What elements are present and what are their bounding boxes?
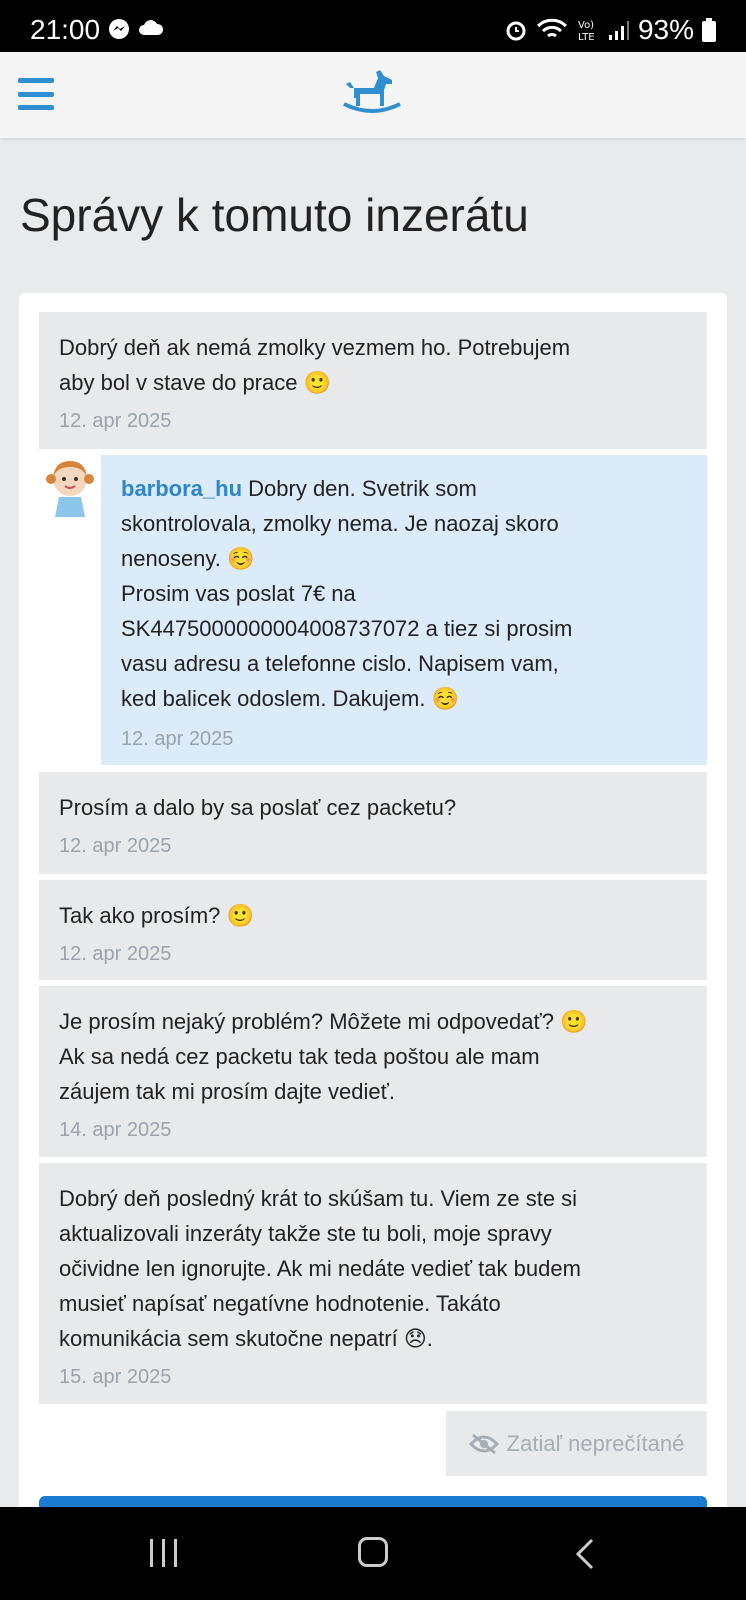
message-item: Dobrý deň ak nemá zmolky vezmem ho. Potr… bbox=[39, 312, 707, 449]
page-title: Správy k tomuto inzerátu bbox=[20, 189, 529, 241]
status-bar: 21:00 Vo) LTE 93% bbox=[0, 0, 746, 52]
message-date: 12. apr 2025 bbox=[59, 943, 172, 965]
cloud-icon bbox=[139, 20, 164, 35]
message-item: Tak ako prosím? 🙂 12. apr 2025 bbox=[39, 880, 707, 980]
message-text: Je prosím nejaký problém? Môžete mi odpo… bbox=[59, 1009, 588, 1104]
signal-icon bbox=[608, 21, 629, 40]
message-date: 12. apr 2025 bbox=[121, 728, 234, 750]
battery-percent: 93% bbox=[637, 14, 694, 45]
message-date: 12. apr 2025 bbox=[59, 410, 172, 432]
home-icon[interactable] bbox=[358, 1537, 388, 1567]
rocking-horse-logo[interactable] bbox=[340, 66, 404, 122]
message-item: Je prosím nejaký problém? Môžete mi odpo… bbox=[39, 986, 707, 1157]
svg-text:Vo): Vo) bbox=[578, 20, 594, 31]
alarm-icon bbox=[506, 21, 526, 41]
svg-text:LTE: LTE bbox=[578, 32, 595, 43]
username-link[interactable]: barbora_hu bbox=[121, 476, 242, 501]
message-item: Dobrý deň posledný krát to skúšam tu. Vi… bbox=[39, 1163, 707, 1404]
avatar[interactable] bbox=[39, 455, 101, 517]
system-navigation-bar bbox=[0, 1507, 746, 1600]
battery-icon bbox=[702, 18, 716, 42]
back-icon[interactable] bbox=[574, 1537, 596, 1571]
unread-label: Zatiaľ neprečítané bbox=[506, 1430, 685, 1456]
eye-slash-icon bbox=[468, 1433, 499, 1454]
message-date: 15. apr 2025 bbox=[59, 1366, 172, 1388]
message-text: Tak ako prosím? 🙂 bbox=[59, 903, 254, 928]
app-header bbox=[0, 52, 746, 138]
hamburger-menu-icon[interactable] bbox=[18, 78, 54, 110]
message-text: Prosím a dalo by sa poslať cez packetu? bbox=[59, 795, 457, 820]
recent-apps-icon[interactable] bbox=[150, 1539, 177, 1567]
message-text: Dobry den. Svetrik som skontrolovala, zm… bbox=[121, 476, 573, 711]
reply-message: barbora_hu Dobry den. Svetrik som skontr… bbox=[101, 455, 707, 765]
messenger-icon bbox=[109, 19, 129, 39]
message-date: 14. apr 2025 bbox=[59, 1119, 172, 1141]
volte-icon: Vo)LTE bbox=[578, 20, 595, 43]
message-text: Dobrý deň ak nemá zmolky vezmem ho. Potr… bbox=[59, 335, 571, 395]
unread-status: Zatiaľ neprečítané bbox=[446, 1411, 707, 1476]
message-date: 12. apr 2025 bbox=[59, 835, 172, 857]
status-time: 21:00 bbox=[30, 14, 101, 45]
message-text: Dobrý deň posledný krát to skúšam tu. Vi… bbox=[59, 1186, 581, 1351]
wifi-icon bbox=[536, 18, 568, 38]
message-item: Prosím a dalo by sa poslať cez packetu? … bbox=[39, 772, 707, 874]
